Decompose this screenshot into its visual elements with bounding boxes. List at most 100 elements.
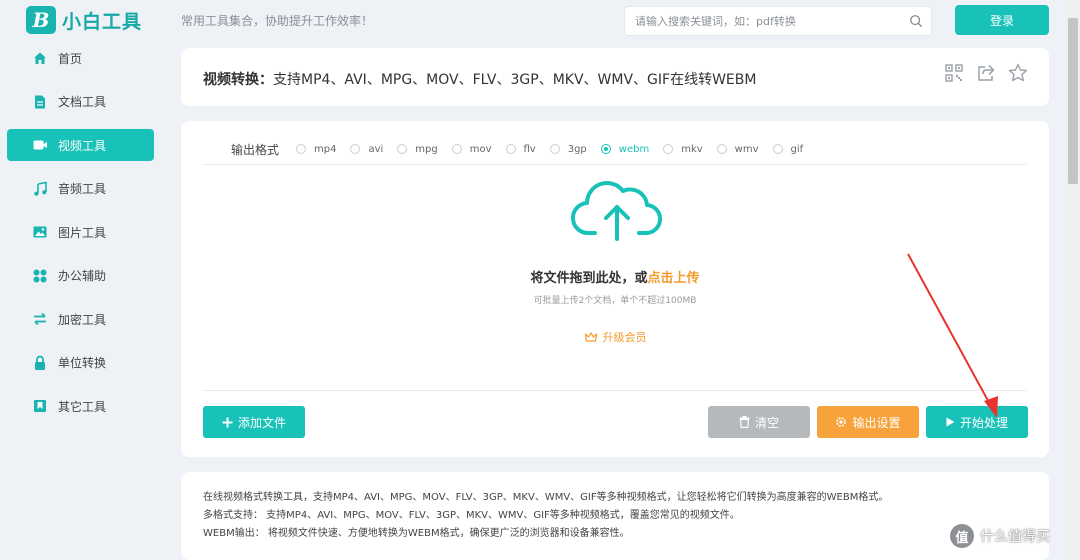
lock-icon [32,355,48,371]
format-option-mkv[interactable]: mkv [663,143,703,155]
radio-circle[interactable] [397,144,408,154]
slogan: 常用工具集合，协助提升工作效率！ [181,14,374,28]
click-upload-link[interactable]: 点击上传 [648,271,700,286]
format-label: webm [618,143,650,155]
format-label: flv [523,143,536,155]
format-option-mpg[interactable]: mpg [397,143,438,155]
bookmark-icon [32,398,48,414]
sidebar-item-documents[interactable]: 文档工具 [0,86,165,118]
radio-circle[interactable] [772,144,783,154]
sidebar-item-label: 首页 [58,51,83,66]
qrcode-icon[interactable] [943,62,965,84]
format-label: avi [368,143,384,155]
format-option-mov[interactable]: mov [451,143,492,155]
description-line: WEBM输出： 将视频文件快速、方便地转换为WEBM格式，确保更广泛的浏览器和设… [203,528,630,539]
description-card: 在线视频格式转换工具，支持MP4、AVI、MPG、MOV、FLV、3GP、MKV… [181,472,1049,560]
sidebar-item-label: 文档工具 [58,95,107,109]
format-label: mov [469,143,492,155]
format-label: gif [790,143,804,155]
login-button[interactable]: 登录 [955,5,1049,35]
top-bar: B 小白工具 常用工具集合，协助提升工作效率！ 登录 [0,0,1080,40]
add-file-label: 添加文件 [237,415,286,430]
sidebar-item-units[interactable]: 单位转换 [0,347,165,379]
start-processing-label: 开始处理 [959,415,1008,430]
title-tools [933,62,1029,84]
format-option-gif[interactable]: gif [772,143,804,155]
page-title: 视频转换：支持MP4、AVI、MPG、MOV、FLV、3GP、MKV、WMV、G… [203,69,756,89]
drop-text: 将文件拖到此处，或 [530,271,648,286]
clear-label: 清空 [754,415,779,430]
format-label: 3gp [567,143,587,155]
radio-circle[interactable] [549,144,560,154]
format-option-3gp[interactable]: 3gp [549,143,587,155]
grid-icon [32,268,48,284]
sidebar-item-label: 其它工具 [58,399,107,414]
video-icon [32,137,48,153]
star-icon[interactable] [1007,62,1029,84]
sidebar-item-label: 办公辅助 [58,269,107,283]
converter-card: 输出格式 mp4 avi mpg mov flv 3gp webm mkv wm… [181,121,1049,457]
start-processing-button[interactable]: 开始处理 [926,406,1028,438]
format-label: mkv [681,143,703,155]
sidebar-item-label: 视频工具 [58,138,107,153]
radio-circle-selected[interactable] [600,144,611,154]
upgrade-membership-link[interactable]: 升级会员 [203,329,1027,345]
radio-circle[interactable] [663,144,674,154]
gear-icon [835,416,847,428]
page-title-rest: 支持MP4、AVI、MPG、MOV、FLV、3GP、MKV、WMV、GIF在线转… [273,72,757,88]
radio-circle[interactable] [296,144,306,154]
page-title-card: 视频转换：支持MP4、AVI、MPG、MOV、FLV、3GP、MKV、WMV、G… [181,48,1049,106]
divider [203,390,1027,391]
sidebar-item-encryption[interactable]: 加密工具 [0,303,165,335]
sidebar-item-home[interactable]: 首页 [0,42,165,74]
add-file-button[interactable]: 添加文件 [203,406,305,438]
trash-icon [739,416,750,428]
sidebar-item-images[interactable]: 图片工具 [0,216,165,248]
sidebar-item-label: 图片工具 [58,225,107,240]
description-line: 多格式支持： 支持MP4、AVI、MPG、MOV、FLV、3GP、MKV、WMV… [203,510,740,521]
sidebar-item-label: 音频工具 [58,182,107,196]
output-settings-label: 输出设置 [852,415,901,430]
sidebar: 首页 文档工具 视频工具 音频工具 图片工具 办公辅助 加密工具 单位转换 其它… [0,42,165,434]
sidebar-item-video[interactable]: 视频工具 [7,129,154,161]
upload-drop-zone[interactable]: 将文件拖到此处，或点击上传 可批量上传2个文档，单个不超过100MB 升级会员 [203,165,1027,390]
upload-limit-note: 可批量上传2个文档，单个不超过100MB [533,296,697,306]
search-icon[interactable] [909,14,923,28]
logo-text: 小白工具 [62,10,143,33]
sidebar-item-office[interactable]: 办公辅助 [0,260,165,292]
plus-icon [222,417,233,428]
output-format-row: 输出格式 mp4 avi mpg mov flv 3gp webm mkv wm… [203,141,817,157]
home-icon [32,50,48,66]
format-label: mp4 [314,143,337,155]
logo[interactable]: B 小白工具 [26,6,142,34]
format-option-wmv[interactable]: wmv [716,143,759,155]
swap-icon [32,311,48,327]
scrollbar-thumb[interactable] [1068,18,1078,184]
format-option-avi[interactable]: avi [350,144,383,155]
play-icon [946,417,955,427]
upgrade-label: 升级会员 [602,331,647,344]
watermark: 值 什么值得买 [950,524,1050,548]
output-format-label: 输出格式 [231,142,280,157]
search-input[interactable] [625,7,895,35]
radio-circle[interactable] [716,144,727,154]
radio-circle[interactable] [451,144,462,154]
output-settings-button[interactable]: 输出设置 [817,406,919,438]
search-box[interactable] [624,6,932,36]
clear-button[interactable]: 清空 [708,406,810,438]
format-option-flv[interactable]: flv [505,143,536,155]
sidebar-item-audio[interactable]: 音频工具 [0,173,165,205]
format-option-webm[interactable]: webm [600,143,650,155]
watermark-badge: 值 [950,524,974,548]
radio-circle[interactable] [350,144,361,154]
cloud-upload-icon[interactable] [571,177,663,241]
format-label: wmv [734,143,759,155]
format-option-mp4[interactable]: mp4 [296,144,336,155]
description-line: 在线视频格式转换工具，支持MP4、AVI、MPG、MOV、FLV、3GP、MKV… [203,492,889,503]
format-label: mpg [415,143,438,155]
sidebar-item-label: 单位转换 [58,356,107,370]
radio-circle[interactable] [505,144,516,154]
sidebar-item-other[interactable]: 其它工具 [0,390,165,422]
share-icon[interactable] [975,62,997,84]
drop-instruction: 将文件拖到此处，或点击上传 [203,267,1027,286]
